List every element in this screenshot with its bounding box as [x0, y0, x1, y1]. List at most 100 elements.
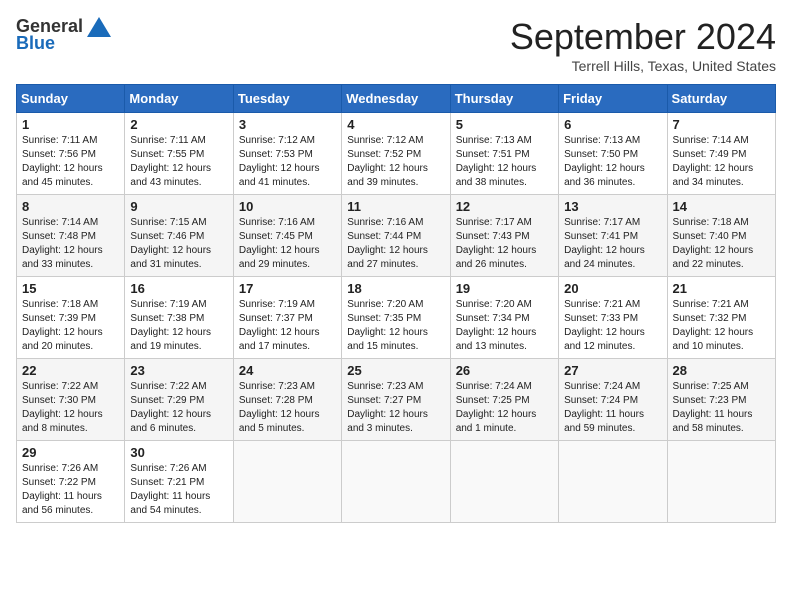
calendar-week-2: 8 Sunrise: 7:14 AMSunset: 7:48 PMDaylight…	[17, 195, 776, 277]
day-number: 17	[239, 281, 336, 296]
calendar-cell: 23Sunrise: 7:22 AMSunset: 7:29 PMDayligh…	[125, 359, 233, 441]
calendar-cell: 13 Sunrise: 7:17 AMSunset: 7:41 PMDayligh…	[559, 195, 667, 277]
calendar-cell: 1Sunrise: 7:11 AMSunset: 7:56 PMDaylight…	[17, 113, 125, 195]
weekday-header-tuesday: Tuesday	[233, 85, 341, 113]
day-number: 20	[564, 281, 661, 296]
calendar-cell: 7 Sunrise: 7:14 AMSunset: 7:49 PMDaylight…	[667, 113, 775, 195]
calendar-cell: 18Sunrise: 7:20 AMSunset: 7:35 PMDayligh…	[342, 277, 450, 359]
calendar-cell: 9 Sunrise: 7:15 AMSunset: 7:46 PMDaylight…	[125, 195, 233, 277]
day-info: Sunrise: 7:25 AMSunset: 7:23 PMDaylight:…	[673, 380, 770, 436]
logo-icon	[87, 17, 111, 37]
day-info: Sunrise: 7:23 AMSunset: 7:27 PMDaylight:…	[347, 380, 444, 436]
day-info: Sunrise: 7:17 AMSunset: 7:41 PMDaylight:…	[564, 216, 661, 272]
day-number: 16	[130, 281, 227, 296]
day-info: Sunrise: 7:19 AMSunset: 7:37 PMDaylight:…	[239, 298, 336, 354]
calendar-cell: 28 Sunrise: 7:25 AMSunset: 7:23 PMDayligh…	[667, 359, 775, 441]
day-number: 3	[239, 117, 336, 132]
day-number: 1	[22, 117, 119, 132]
title-area: September 2024 Terrell Hills, Texas, Uni…	[510, 16, 776, 74]
day-number: 6	[564, 117, 661, 132]
day-info: Sunrise: 7:11 AMSunset: 7:55 PMDaylight:…	[130, 134, 227, 190]
calendar-week-4: 22Sunrise: 7:22 AMSunset: 7:30 PMDayligh…	[17, 359, 776, 441]
day-number: 25	[347, 363, 444, 378]
calendar-cell: 16 Sunrise: 7:19 AMSunset: 7:38 PMDayligh…	[125, 277, 233, 359]
logo-blue-text: Blue	[16, 33, 55, 54]
calendar-cell: 25 Sunrise: 7:23 AMSunset: 7:27 PMDayligh…	[342, 359, 450, 441]
day-number: 8	[22, 199, 119, 214]
calendar-cell: 26Sunrise: 7:24 AMSunset: 7:25 PMDayligh…	[450, 359, 558, 441]
day-number: 11	[347, 199, 444, 214]
day-number: 19	[456, 281, 553, 296]
day-info: Sunrise: 7:12 AMSunset: 7:52 PMDaylight:…	[347, 134, 444, 190]
location-title: Terrell Hills, Texas, United States	[510, 58, 776, 74]
day-number: 27	[564, 363, 661, 378]
day-number: 15	[22, 281, 119, 296]
day-number: 12	[456, 199, 553, 214]
day-number: 28	[673, 363, 770, 378]
weekday-header-friday: Friday	[559, 85, 667, 113]
calendar-week-5: 29 Sunrise: 7:26 AMSunset: 7:22 PMDayligh…	[17, 441, 776, 523]
page-header: General Blue September 2024 Terrell Hill…	[16, 16, 776, 74]
day-info: Sunrise: 7:21 AMSunset: 7:32 PMDaylight:…	[673, 298, 770, 354]
day-info: Sunrise: 7:22 AMSunset: 7:29 PMDaylight:…	[130, 380, 227, 436]
day-info: Sunrise: 7:15 AMSunset: 7:46 PMDaylight:…	[130, 216, 227, 272]
day-number: 30	[130, 445, 227, 460]
day-info: Sunrise: 7:18 AMSunset: 7:40 PMDaylight:…	[673, 216, 770, 272]
day-number: 29	[22, 445, 119, 460]
logo: General Blue	[16, 16, 111, 54]
day-info: Sunrise: 7:12 AMSunset: 7:53 PMDaylight:…	[239, 134, 336, 190]
day-number: 14	[673, 199, 770, 214]
calendar-cell: 4 Sunrise: 7:12 AMSunset: 7:52 PMDaylight…	[342, 113, 450, 195]
calendar-week-3: 15 Sunrise: 7:18 AMSunset: 7:39 PMDayligh…	[17, 277, 776, 359]
day-number: 21	[673, 281, 770, 296]
calendar-cell: 11Sunrise: 7:16 AMSunset: 7:44 PMDayligh…	[342, 195, 450, 277]
calendar-cell: 2 Sunrise: 7:11 AMSunset: 7:55 PMDaylight…	[125, 113, 233, 195]
day-info: Sunrise: 7:18 AMSunset: 7:39 PMDaylight:…	[22, 298, 119, 354]
calendar-cell	[559, 441, 667, 523]
day-info: Sunrise: 7:26 AMSunset: 7:22 PMDaylight:…	[22, 462, 119, 518]
weekday-header-wednesday: Wednesday	[342, 85, 450, 113]
day-number: 2	[130, 117, 227, 132]
day-number: 7	[673, 117, 770, 132]
calendar-cell: 19 Sunrise: 7:20 AMSunset: 7:34 PMDayligh…	[450, 277, 558, 359]
calendar-week-1: 1Sunrise: 7:11 AMSunset: 7:56 PMDaylight…	[17, 113, 776, 195]
calendar-cell	[450, 441, 558, 523]
weekday-header-thursday: Thursday	[450, 85, 558, 113]
weekday-header-sunday: Sunday	[17, 85, 125, 113]
weekday-header-saturday: Saturday	[667, 85, 775, 113]
calendar-cell: 30 Sunrise: 7:26 AMSunset: 7:21 PMDayligh…	[125, 441, 233, 523]
day-info: Sunrise: 7:26 AMSunset: 7:21 PMDaylight:…	[130, 462, 227, 518]
calendar-cell: 22Sunrise: 7:22 AMSunset: 7:30 PMDayligh…	[17, 359, 125, 441]
day-info: Sunrise: 7:24 AMSunset: 7:25 PMDaylight:…	[456, 380, 553, 436]
day-info: Sunrise: 7:14 AMSunset: 7:49 PMDaylight:…	[673, 134, 770, 190]
day-number: 18	[347, 281, 444, 296]
day-info: Sunrise: 7:16 AMSunset: 7:45 PMDaylight:…	[239, 216, 336, 272]
day-number: 5	[456, 117, 553, 132]
day-info: Sunrise: 7:20 AMSunset: 7:34 PMDaylight:…	[456, 298, 553, 354]
day-number: 24	[239, 363, 336, 378]
day-info: Sunrise: 7:19 AMSunset: 7:38 PMDaylight:…	[130, 298, 227, 354]
calendar-cell: 21 Sunrise: 7:21 AMSunset: 7:32 PMDayligh…	[667, 277, 775, 359]
day-info: Sunrise: 7:23 AMSunset: 7:28 PMDaylight:…	[239, 380, 336, 436]
calendar-cell	[667, 441, 775, 523]
calendar-table: SundayMondayTuesdayWednesdayThursdayFrid…	[16, 84, 776, 523]
calendar-cell: 14 Sunrise: 7:18 AMSunset: 7:40 PMDayligh…	[667, 195, 775, 277]
day-number: 4	[347, 117, 444, 132]
calendar-cell: 12Sunrise: 7:17 AMSunset: 7:43 PMDayligh…	[450, 195, 558, 277]
day-info: Sunrise: 7:14 AMSunset: 7:48 PMDaylight:…	[22, 216, 119, 272]
weekday-header-monday: Monday	[125, 85, 233, 113]
calendar-cell: 6 Sunrise: 7:13 AMSunset: 7:50 PMDaylight…	[559, 113, 667, 195]
day-number: 10	[239, 199, 336, 214]
calendar-cell: 8 Sunrise: 7:14 AMSunset: 7:48 PMDaylight…	[17, 195, 125, 277]
day-info: Sunrise: 7:13 AMSunset: 7:51 PMDaylight:…	[456, 134, 553, 190]
day-number: 13	[564, 199, 661, 214]
day-number: 9	[130, 199, 227, 214]
calendar-cell: 3 Sunrise: 7:12 AMSunset: 7:53 PMDaylight…	[233, 113, 341, 195]
day-info: Sunrise: 7:22 AMSunset: 7:30 PMDaylight:…	[22, 380, 119, 436]
day-info: Sunrise: 7:13 AMSunset: 7:50 PMDaylight:…	[564, 134, 661, 190]
calendar-cell: 29 Sunrise: 7:26 AMSunset: 7:22 PMDayligh…	[17, 441, 125, 523]
calendar-cell: 15 Sunrise: 7:18 AMSunset: 7:39 PMDayligh…	[17, 277, 125, 359]
calendar-cell: 5 Sunrise: 7:13 AMSunset: 7:51 PMDaylight…	[450, 113, 558, 195]
calendar-cell	[233, 441, 341, 523]
calendar-cell	[342, 441, 450, 523]
